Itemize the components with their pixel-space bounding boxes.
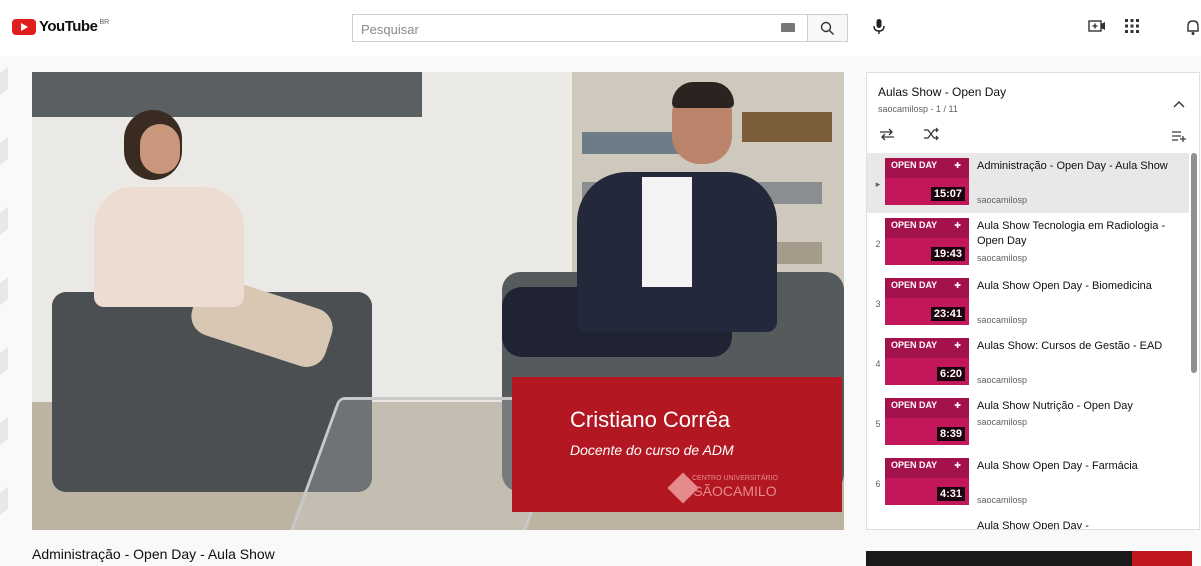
plus-icon: ✚ [954, 461, 961, 470]
youtube-play-icon [12, 18, 36, 35]
playlist-item-channel: saocamilosp [977, 315, 1028, 325]
search-box [352, 14, 808, 42]
playlist-item[interactable]: 4 OPEN DAY ✚ 6:20 Aulas Show: Cursos de … [867, 333, 1189, 393]
logo-text: YouTube [39, 18, 98, 35]
playlist-item-title[interactable]: Aula Show Open Day - Farmácia [977, 459, 1177, 474]
chevron-up-icon [1173, 101, 1185, 108]
decorative-stripe [0, 136, 8, 166]
playlist-item[interactable]: Aula Show Open Day - [867, 513, 1189, 529]
duration-badge: 15:07 [930, 187, 965, 201]
duration-badge: 19:43 [930, 247, 965, 261]
duration-badge: 6:20 [936, 367, 965, 381]
video-woman-figure [94, 187, 244, 307]
playlist-panel: Aulas Show - Open Day saocamilosp - 1 / … [866, 72, 1200, 530]
playlist-item-index: ▸ [875, 179, 881, 189]
playlist-item-channel: saocamilosp [977, 253, 1028, 263]
playlist-item-thumbnail[interactable]: OPEN DAY ✚ 23:41 [885, 278, 969, 325]
logo-region: BR [99, 19, 110, 26]
playlist-item-channel: saocamilosp [977, 375, 1028, 385]
decorative-stripe [0, 66, 8, 96]
playlist-item[interactable]: 5 OPEN DAY ✚ 8:39 Aula Show Nutrição - O… [867, 393, 1189, 453]
plus-icon: ✚ [954, 341, 961, 350]
playlist-item[interactable]: 3 OPEN DAY ✚ 23:41 Aula Show Open Day - … [867, 273, 1189, 333]
duration-badge: 8:39 [936, 427, 965, 441]
playlist-title[interactable]: Aulas Show - Open Day [878, 85, 1006, 99]
playlist-item-thumbnail[interactable]: OPEN DAY ✚ 6:20 [885, 338, 969, 385]
decorative-stripe [0, 486, 8, 516]
apps-icon [1125, 19, 1139, 33]
shuffle-playlist-button[interactable] [923, 127, 939, 146]
duration-badge: 23:41 [930, 307, 965, 321]
playlist-scrollbar[interactable] [1191, 153, 1197, 373]
loop-playlist-button[interactable] [878, 127, 896, 146]
youtube-logo[interactable]: YouTube BR [12, 18, 109, 35]
decorative-stripe [0, 276, 8, 306]
playlist-add-icon [1172, 131, 1186, 142]
masthead: YouTube BR [0, 0, 1201, 56]
playlist-collapse-button[interactable] [1173, 95, 1185, 113]
plus-icon: ✚ [954, 401, 961, 410]
playlist-item-thumbnail[interactable]: OPEN DAY ✚ 19:43 [885, 218, 969, 265]
playlist-item-title[interactable]: Aula Show Nutrição - Open Day [977, 399, 1177, 414]
video-player[interactable]: Cristiano Corrêa Docente do curso de ADM… [32, 72, 844, 530]
search-button[interactable] [808, 14, 848, 42]
playlist-item-thumbnail[interactable]: OPEN DAY ✚ 8:39 [885, 398, 969, 445]
decorative-stripe [0, 416, 8, 446]
playlist-item-channel: saocamilosp [977, 417, 1028, 427]
playlist-item[interactable]: ▸ OPEN DAY ✚ 15:07 Administração - Open … [867, 153, 1189, 213]
video-window-scene [32, 72, 422, 117]
playlist-item-thumbnail[interactable]: OPEN DAY ✚ 15:07 [885, 158, 969, 205]
notifications-button[interactable] [1186, 18, 1200, 41]
search-icon [820, 21, 834, 35]
voice-search-button[interactable] [872, 18, 886, 41]
saocamilo-logo: CENTRO UNIVERSITÁRIO SÃOCAMILO [692, 475, 778, 499]
notifications-icon [1187, 20, 1199, 35]
loop-icon [880, 128, 894, 141]
playlist-subtitle: saocamilosp - 1 / 11 [878, 104, 958, 114]
apps-button[interactable] [1124, 18, 1140, 39]
decorative-stripe [0, 346, 8, 376]
playlist-item-channel: saocamilosp [977, 195, 1028, 205]
playlist-item-index: 2 [875, 239, 881, 249]
search-input[interactable] [359, 16, 763, 42]
save-playlist-button[interactable] [1171, 129, 1187, 147]
playlist-item-index: 6 [875, 479, 881, 489]
playlist-item-title[interactable]: Aula Show Tecnologia em Radiologia - Ope… [977, 219, 1177, 249]
playlist-item-index: 4 [875, 359, 881, 369]
create-video-icon [1088, 20, 1105, 32]
plus-icon: ✚ [954, 221, 961, 230]
decorative-stripe [0, 206, 8, 236]
plus-icon: ✚ [954, 281, 961, 290]
lower-third-role: Docente do curso de ADM [570, 442, 734, 458]
lower-third-name: Cristiano Corrêa [570, 407, 731, 432]
playlist-item[interactable]: 6 OPEN DAY ✚ 4:31 Aula Show Open Day - F… [867, 453, 1189, 513]
playlist-item-title[interactable]: Aula Show Open Day - [977, 519, 1177, 529]
plus-icon: ✚ [954, 161, 961, 170]
playlist-item[interactable]: 2 OPEN DAY ✚ 19:43 Aula Show Tecnologia … [867, 213, 1189, 273]
keyboard-icon[interactable] [781, 23, 795, 32]
create-video-button[interactable] [1088, 18, 1106, 39]
playlist-item-title[interactable]: Aula Show Open Day - Biomedicina [977, 279, 1177, 294]
recommended-video-thumbnail[interactable] [866, 551, 1192, 566]
playlist-item-thumbnail[interactable]: OPEN DAY ✚ 4:31 [885, 458, 969, 505]
shuffle-icon [924, 127, 939, 141]
playlist-header: Aulas Show - Open Day saocamilosp - 1 / … [867, 73, 1199, 153]
video-lower-third: Cristiano Corrêa Docente do curso de ADM… [512, 377, 842, 512]
video-title: Administração - Open Day - Aula Show [32, 546, 275, 562]
playlist-item-index: 3 [875, 299, 881, 309]
mic-icon [873, 19, 885, 34]
playlist-item-index: 5 [875, 419, 881, 429]
playlist-item-title[interactable]: Administração - Open Day - Aula Show [977, 159, 1177, 174]
playlist-item-title[interactable]: Aulas Show: Cursos de Gestão - EAD [977, 339, 1177, 354]
duration-badge: 4:31 [936, 487, 965, 501]
playlist-item-channel: saocamilosp [977, 495, 1028, 505]
